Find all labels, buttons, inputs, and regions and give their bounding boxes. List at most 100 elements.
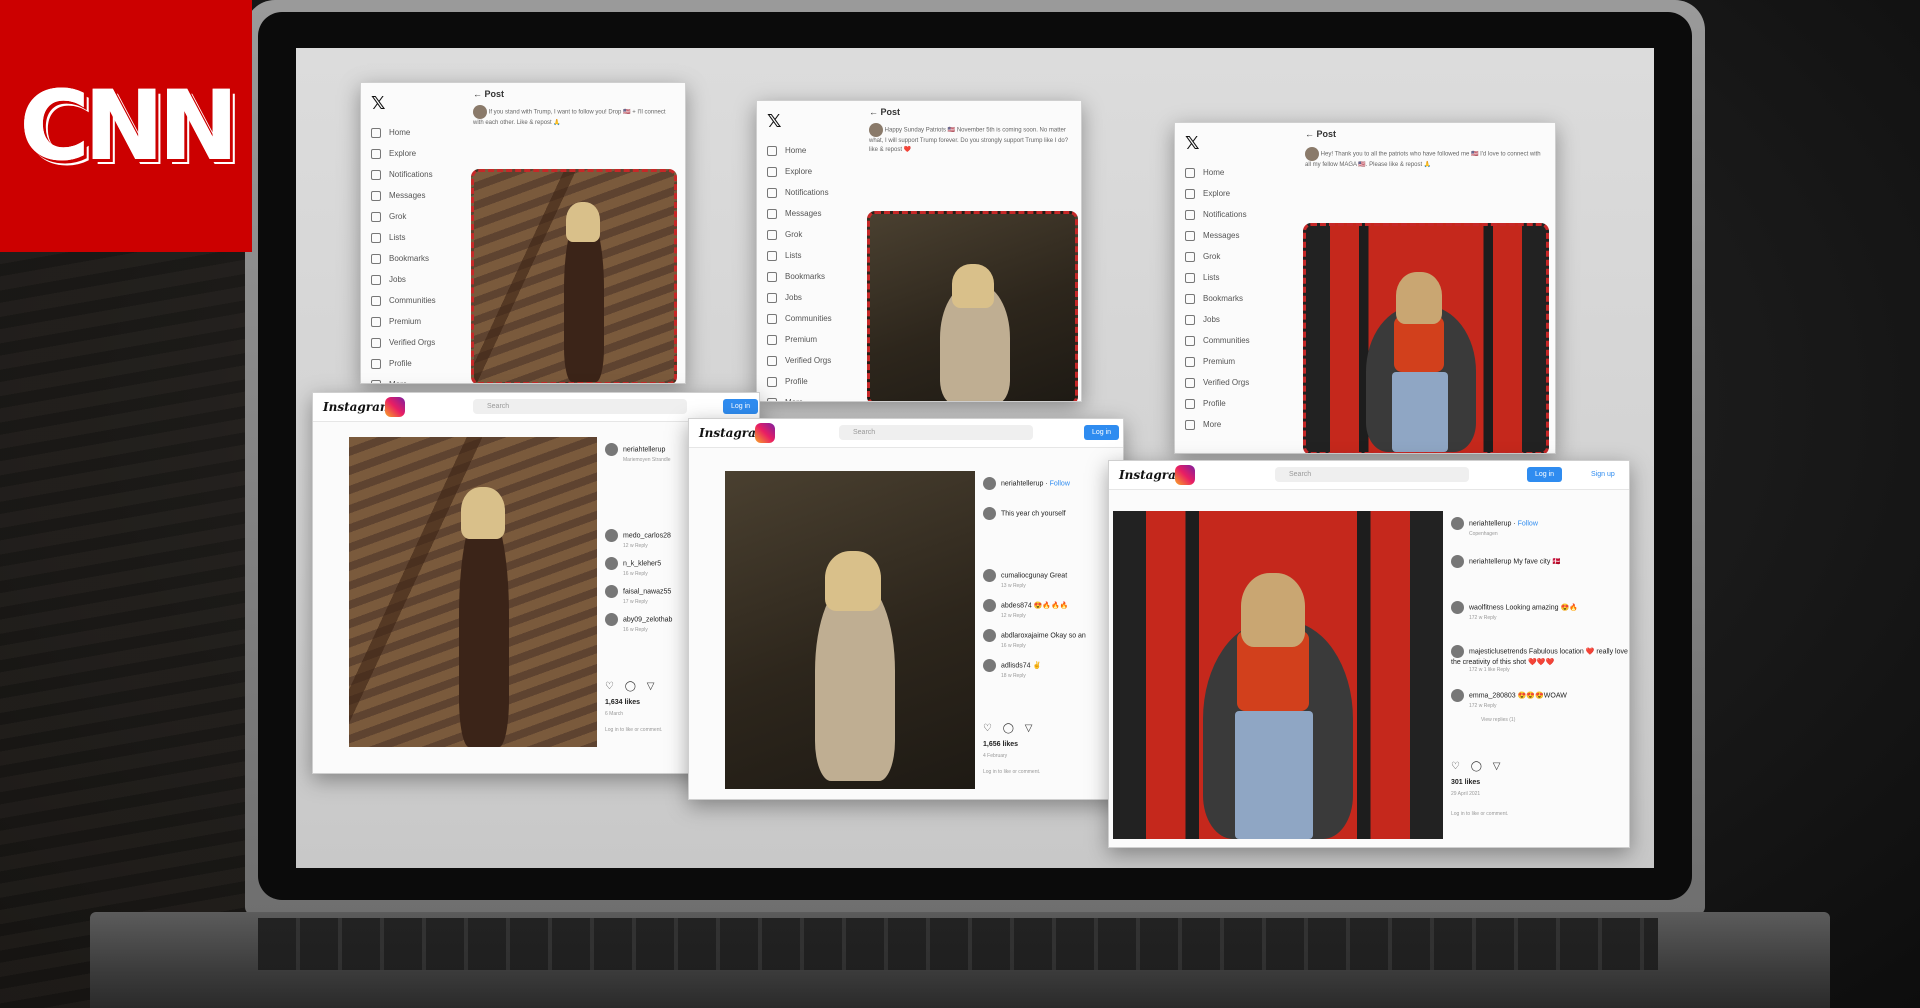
comment-meta[interactable]: 12 w Reply [1001,613,1069,619]
search-input[interactable]: Search [839,425,1033,440]
login-prompt[interactable]: Log in to like or comment. [983,769,1040,775]
x-nav-item[interactable]: Verified Orgs [767,350,867,371]
comment-meta[interactable]: 17 w Reply [623,599,671,605]
x-nav-item[interactable]: Communities [767,308,867,329]
post-photo[interactable] [1113,511,1443,839]
comment-meta[interactable]: 16 w Reply [623,571,661,577]
comment-meta[interactable]: 16 w Reply [1001,643,1086,649]
x-post-panel-1: 𝕏 Home Explore Notifications Messages Grok Li… [360,82,686,384]
x-nav-item[interactable]: Lists [371,227,471,248]
x-nav-item[interactable]: Jobs [767,287,867,308]
x-nav-item[interactable]: Verified Orgs [371,332,471,353]
nav-icon [1185,188,1195,199]
post-actions[interactable]: ♡ ◯ ▽ [983,723,1036,734]
nav-label: Communities [1203,336,1250,345]
x-nav-item[interactable]: Jobs [371,269,471,290]
x-nav-item[interactable]: Premium [1185,351,1305,372]
comment: waolfitness Looking amazing 😍🔥 172 w Repl… [1451,601,1578,621]
comment-meta[interactable]: 172 w 1 like Reply [1469,667,1629,673]
login-button[interactable]: Log in [1527,467,1563,482]
x-nav-item[interactable]: Premium [371,311,471,332]
follow-link[interactable]: Follow [1050,480,1070,487]
x-nav-item[interactable]: Verified Orgs [1185,372,1305,393]
like-count: 1,656 likes [983,741,1019,748]
x-nav-item[interactable]: Lists [767,245,867,266]
post-label: Post [880,107,901,117]
post-date: 29 April 2021 [1451,791,1481,797]
x-nav-item[interactable]: More [1185,414,1305,435]
x-nav-item[interactable]: Explore [371,143,471,164]
x-nav-item[interactable]: Notifications [767,182,867,203]
post-photo[interactable] [349,437,597,747]
comment-meta[interactable]: 12 w Reply [623,543,671,549]
person-hair [461,487,505,539]
nav-label: Bookmarks [389,254,430,263]
login-prompt[interactable]: Log in to like or comment. [1451,811,1508,817]
post-actions[interactable]: ♡ ◯ ▽ [605,681,658,692]
x-nav-item[interactable]: Notifications [371,164,471,185]
search-input[interactable]: Search [473,399,687,414]
post-author[interactable]: neriahtellerup Mariemoyen Strandle [605,443,671,463]
x-post-panel-2: 𝕏 Home Explore Notifications Messages Grok Li… [756,100,1082,402]
avatar [605,529,618,542]
x-nav-item[interactable]: Home [1185,162,1305,183]
nav-label: Jobs [389,275,406,284]
post-photo[interactable] [867,211,1078,401]
nav-label: Explore [389,149,417,158]
x-nav-item[interactable]: Messages [767,203,867,224]
nav-icon [371,253,381,264]
x-nav-item[interactable]: Grok [767,224,867,245]
login-button[interactable]: Log in [1084,425,1120,440]
post-author[interactable]: neriahtellerup · Follow Copenhagen [1451,517,1538,537]
comment-meta[interactable]: 16 w Reply [623,627,672,633]
avatar [1451,517,1464,530]
x-nav-item[interactable]: Messages [371,185,471,206]
x-nav-item[interactable]: Bookmarks [1185,288,1305,309]
post-actions[interactable]: ♡ ◯ ▽ [1451,761,1504,772]
post-photo[interactable] [1303,223,1549,453]
post-photo[interactable] [471,169,677,383]
username: neriahtellerup [1469,520,1512,528]
comment-meta[interactable]: 172 w Reply [1469,615,1578,621]
x-nav-item[interactable]: Explore [1185,183,1305,204]
x-nav-item[interactable]: Profile [371,353,471,374]
view-replies-link[interactable]: View replies (1) [1481,717,1515,723]
x-nav-item[interactable]: Home [371,122,471,143]
login-button[interactable]: Log in [723,399,759,414]
x-nav-item[interactable]: Profile [1185,393,1305,414]
x-nav-item[interactable]: Bookmarks [371,248,471,269]
x-nav-item[interactable]: Messages [1185,225,1305,246]
x-nav-item[interactable]: Home [767,140,867,161]
follow-link[interactable]: Follow [1518,520,1538,527]
x-nav-item[interactable]: Grok [1185,246,1305,267]
nav-label: More [389,380,407,383]
nav-icon [1185,398,1195,409]
x-nav-item[interactable]: Notifications [1185,204,1305,225]
comment-text: majesticlusetrends Fabulous location ❤️ … [1451,648,1628,666]
x-nav-item[interactable]: Lists [1185,267,1305,288]
nav-icon [1185,335,1195,346]
x-nav-item[interactable]: Communities [371,290,471,311]
x-nav-item[interactable]: Jobs [1185,309,1305,330]
instagram-wordmark[interactable]: Instagram [323,400,393,414]
x-nav-item[interactable]: More [767,392,867,401]
x-nav-item[interactable]: Communities [1185,330,1305,351]
x-nav-item[interactable]: Profile [767,371,867,392]
nav-label: Lists [1203,273,1220,282]
post-header: ← Post [1305,129,1337,139]
post-author[interactable]: neriahtellerup · Follow [983,477,1070,490]
x-nav-item[interactable]: More [371,374,471,383]
comment-meta[interactable]: 172 w Reply [1469,703,1567,709]
post-photo[interactable] [725,471,975,789]
x-nav-item[interactable]: Premium [767,329,867,350]
nav-label: Jobs [785,293,802,302]
login-prompt[interactable]: Log in to like or comment. [605,727,662,733]
comment-meta[interactable]: 18 w Reply [1001,673,1041,679]
comment-meta[interactable]: 13 w Reply [1001,583,1067,589]
signup-link[interactable]: Sign up [1591,467,1615,482]
instagram-header: Instagram Search Log in Sign up [1109,461,1629,490]
x-nav-item[interactable]: Bookmarks [767,266,867,287]
x-nav-item[interactable]: Explore [767,161,867,182]
x-nav-item[interactable]: Grok [371,206,471,227]
search-input[interactable]: Search [1275,467,1469,482]
